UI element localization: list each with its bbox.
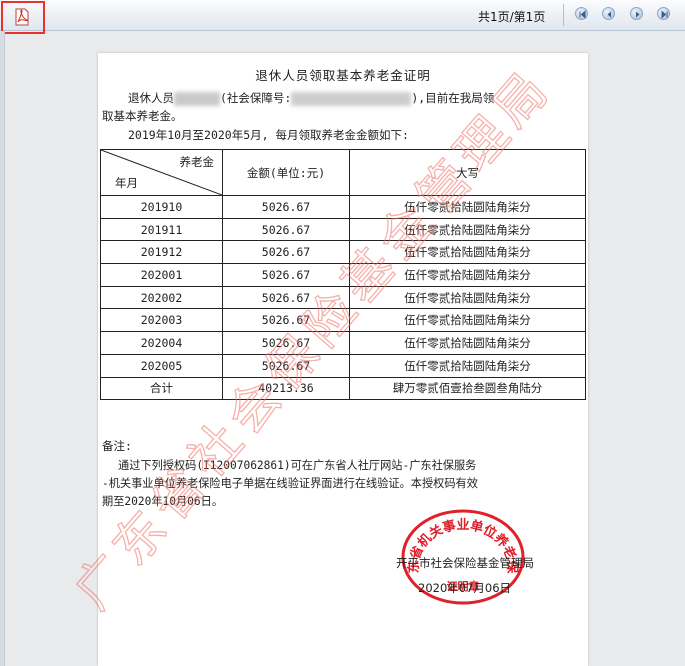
- table-row: 202001 5026.67 伍仟零贰拾陆圆陆角柒分: [100, 263, 586, 287]
- header-pension: 养老金: [179, 155, 215, 169]
- note-line-1: 通过下列授权码(I12007062861)可在广东省人社厅网站-广东社保服务: [118, 459, 477, 472]
- row-upper: 伍仟零贰拾陆圆陆角柒分: [349, 353, 586, 378]
- header-upper: 大写: [349, 149, 586, 196]
- issuer: 开平市社会保险基金管理局: [396, 556, 534, 570]
- intro-line: 退休人员 (社会保障号: ),目前在我局领: [128, 90, 494, 106]
- table-row: 202004 5026.67 伍仟零贰拾陆圆陆角柒分: [100, 331, 586, 355]
- header-amount: 金额(单位:元): [222, 149, 350, 196]
- pension-table: 养老金 年月 金额(单位:元) 大写 201910 5026.67 伍仟零贰拾陆圆陆…: [100, 149, 586, 401]
- row-amount: 5026.67: [222, 263, 350, 287]
- first-page-button[interactable]: [575, 7, 588, 20]
- row-month: 202003: [100, 308, 223, 333]
- toolbar-divider: [563, 4, 564, 26]
- note-line-2: -机关事业单位养老保险电子单据在线验证界面进行在线验证。本授权码有效: [102, 477, 478, 490]
- note-line-3: 期至2020年10月06日。: [102, 495, 224, 508]
- table-row: 202005 5026.67 伍仟零贰拾陆圆陆角柒分: [100, 353, 586, 378]
- table-row: 201910 5026.67 伍仟零贰拾陆圆陆角柒分: [100, 195, 586, 219]
- page-title: 退休人员领取基本养老金证明: [255, 68, 431, 83]
- left-panel-edge[interactable]: [0, 31, 5, 666]
- redacted-name: [174, 91, 220, 106]
- previous-page-icon: [607, 11, 611, 18]
- row-month: 202002: [100, 285, 223, 310]
- diagonal-header-cell: 养老金 年月: [100, 149, 223, 196]
- pdf-button[interactable]: [1, 1, 45, 34]
- row-upper: 伍仟零贰拾陆圆陆角柒分: [349, 195, 586, 219]
- row-upper: 伍仟零贰拾陆圆陆角柒分: [349, 308, 586, 333]
- period-line: 2019年10月至2020年5月, 每月领取养老金金额如下:: [128, 128, 409, 142]
- last-page-button[interactable]: [657, 7, 670, 20]
- table-row: 201911 5026.67 伍仟零贰拾陆圆陆角柒分: [100, 217, 586, 242]
- redacted-ssn: [291, 91, 412, 106]
- next-page-icon: [636, 11, 640, 18]
- row-amount: 5026.67: [222, 195, 350, 219]
- table-row: 201912 5026.67 伍仟零贰拾陆圆陆角柒分: [100, 240, 586, 265]
- last-page-icon: [661, 10, 668, 19]
- row-month: 202001: [100, 263, 223, 287]
- next-page-button[interactable]: [630, 7, 643, 20]
- row-amount: 5026.67: [222, 353, 350, 378]
- pdf-icon: [15, 8, 29, 26]
- row-amount: 5026.67: [222, 217, 350, 242]
- row-amount: 5026.67: [222, 308, 350, 333]
- table-row: 202003 5026.67 伍仟零贰拾陆圆陆角柒分: [100, 308, 586, 333]
- row-upper: 伍仟零贰拾陆圆陆角柒分: [349, 217, 586, 242]
- row-upper: 伍仟零贰拾陆圆陆角柒分: [349, 240, 586, 265]
- row-month: 202004: [100, 331, 223, 355]
- page-indicator: 共1页/第1页: [478, 10, 546, 24]
- row-amount: 5026.67: [222, 240, 350, 265]
- note-label: 备注:: [102, 439, 132, 453]
- intro-mid: (社会保障号:: [220, 91, 292, 105]
- document-page: 退休人员领取基本养老金证明 退休人员 (社会保障号: ),目前在我局领 取基本养老金…: [98, 53, 588, 666]
- intro-line-2: 取基本养老金。: [102, 109, 183, 123]
- intro-prefix: 退休人员: [128, 91, 174, 105]
- total-label: 合计: [100, 376, 223, 401]
- header-month: 年月: [115, 176, 138, 190]
- row-month: 201910: [100, 195, 223, 219]
- row-upper: 伍仟零贰拾陆圆陆角柒分: [349, 285, 586, 310]
- total-amount: 40213.36: [222, 376, 350, 401]
- row-month: 201911: [100, 217, 223, 242]
- row-amount: 5026.67: [222, 285, 350, 310]
- row-month: 202005: [100, 353, 223, 378]
- total-upper: 肆万零贰佰壹拾叁圆叁角陆分: [349, 376, 586, 401]
- first-page-icon: [579, 10, 586, 19]
- row-month: 201912: [100, 240, 223, 265]
- intro-suffix: ),目前在我局领: [411, 91, 495, 105]
- table-header-row: 养老金 年月 金额(单位:元) 大写: [100, 149, 586, 196]
- viewer-toolbar: 共1页/第1页: [0, 0, 685, 34]
- row-upper: 伍仟零贰拾陆圆陆角柒分: [349, 263, 586, 287]
- previous-page-button[interactable]: [602, 7, 615, 20]
- row-upper: 伍仟零贰拾陆圆陆角柒分: [349, 331, 586, 355]
- table-row: 202002 5026.67 伍仟零贰拾陆圆陆角柒分: [100, 285, 586, 310]
- row-amount: 5026.67: [222, 331, 350, 355]
- total-row: 合计 40213.36 肆万零贰佰壹拾叁圆叁角陆分: [100, 376, 586, 401]
- issue-date: 2020年07月06日: [418, 581, 512, 595]
